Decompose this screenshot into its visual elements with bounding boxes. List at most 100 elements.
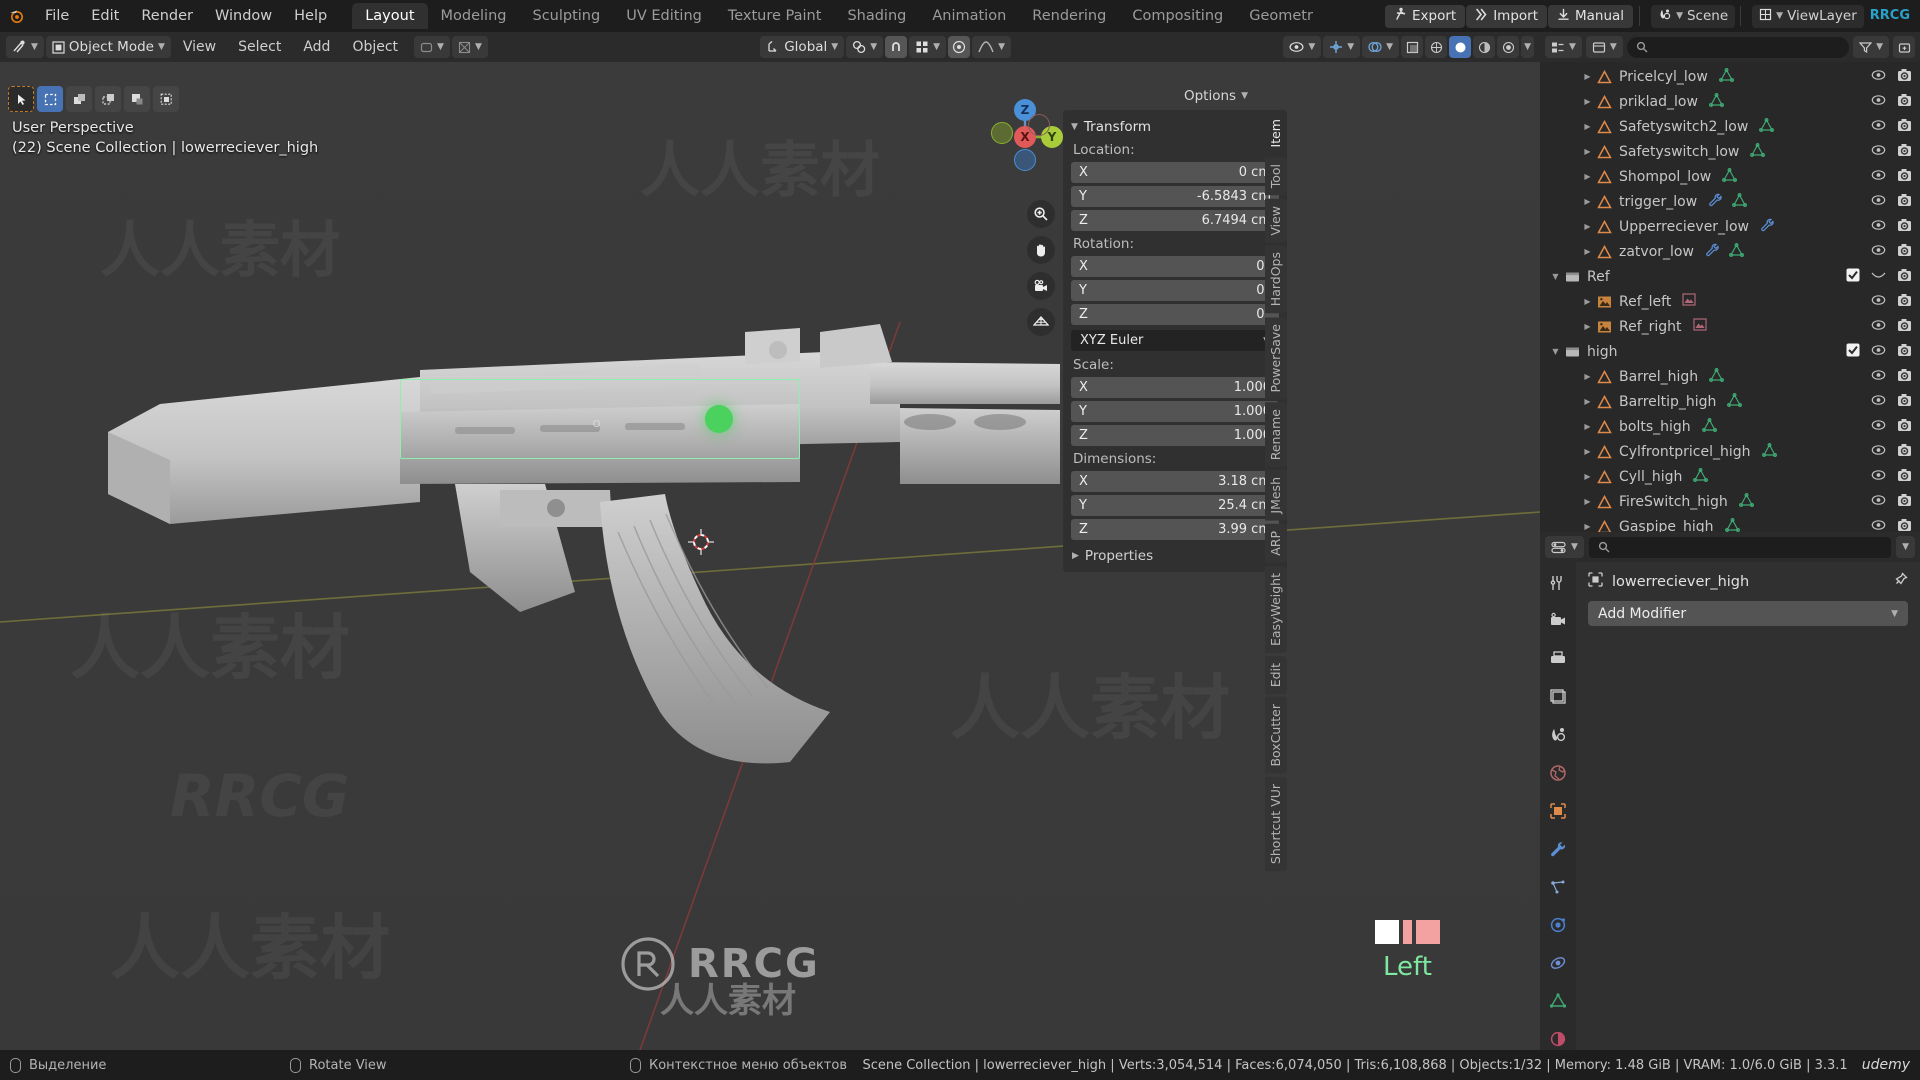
outliner-new-collection-icon[interactable] <box>1893 36 1915 58</box>
eye-visibility-icon[interactable] <box>1871 469 1886 485</box>
tool-select-extend[interactable] <box>66 86 92 112</box>
mesh-data-icon[interactable] <box>1724 517 1740 533</box>
eye-visibility-icon[interactable] <box>1871 519 1886 533</box>
eye-visibility-icon[interactable] <box>1871 69 1886 85</box>
viewport-options-button[interactable]: Options ▼ <box>1184 88 1248 104</box>
tool-tweak[interactable] <box>8 86 34 112</box>
outliner-row-bolts_high[interactable]: ▶ bolts_high <box>1540 414 1920 439</box>
shading-material-icon[interactable] <box>1473 36 1496 58</box>
location-y-field[interactable]: Y -6.5843 cm <box>1071 186 1279 207</box>
shading-solid-icon[interactable] <box>1449 36 1472 58</box>
render-visibility-icon[interactable] <box>1897 93 1912 111</box>
eye-visibility-icon[interactable] <box>1871 369 1886 385</box>
menu-window[interactable]: Window <box>204 4 283 28</box>
eye-visibility-icon[interactable] <box>1871 294 1886 310</box>
manual-button[interactable]: Manual <box>1548 4 1634 28</box>
pivot-point-selector[interactable]: ▼ <box>846 36 884 58</box>
mesh-data-icon[interactable] <box>1738 492 1754 511</box>
disclosure-triangle-icon[interactable]: ▶ <box>1580 522 1595 531</box>
viewport-menu-object[interactable]: Object <box>342 39 408 55</box>
outliner-row-safetyswitch2_low[interactable]: ▶ Safetyswitch2_low <box>1540 114 1920 139</box>
modifier-icon[interactable] <box>1708 193 1723 211</box>
render-visibility-icon[interactable] <box>1897 318 1912 336</box>
viewlayer-selector[interactable]: ▼ ViewLayer <box>1752 4 1864 28</box>
mesh-data-icon[interactable] <box>1709 367 1725 386</box>
outliner-row-upperreciever_low[interactable]: ▶ Upperreciever_low <box>1540 214 1920 239</box>
shading-rendered-icon[interactable] <box>1497 36 1520 58</box>
disclosure-triangle-icon[interactable]: ▶ <box>1580 322 1595 331</box>
add-modifier-button[interactable]: Add Modifier ▼ <box>1588 601 1908 626</box>
render-visibility-icon[interactable] <box>1897 368 1912 386</box>
visibility-selector[interactable]: ▼ <box>1283 36 1322 58</box>
location-x-field[interactable]: X 0 cm <box>1071 162 1279 183</box>
mesh-data-icon[interactable] <box>1708 92 1724 111</box>
particle-properties-icon[interactable] <box>1547 876 1569 898</box>
boxcutter-menu-button[interactable]: ▼ <box>451 36 488 58</box>
mesh-data-icon[interactable] <box>1750 142 1766 161</box>
falloff-selector[interactable]: ▼ <box>972 36 1011 58</box>
render-visibility-icon[interactable] <box>1897 193 1912 211</box>
move-gizmo-handle[interactable] <box>705 405 733 433</box>
n-tab-hardops[interactable]: HardOps <box>1265 245 1287 314</box>
snap-magnet-icon[interactable] <box>885 36 908 58</box>
render-visibility-icon[interactable] <box>1897 493 1912 511</box>
eye-visibility-icon[interactable] <box>1871 144 1886 160</box>
eye-visibility-icon[interactable] <box>1871 494 1886 510</box>
render-visibility-icon[interactable] <box>1897 343 1912 361</box>
n-tab-item[interactable]: Item <box>1265 112 1287 155</box>
outliner-row-trigger_low[interactable]: ▶ trigger_low <box>1540 189 1920 214</box>
n-tab-boxcutter[interactable]: BoxCutter <box>1265 697 1287 774</box>
gizmo-toggle[interactable]: ▼ <box>1323 36 1361 58</box>
rotation-x-field[interactable]: X 0° <box>1071 256 1279 277</box>
render-visibility-icon[interactable] <box>1897 243 1912 261</box>
workspace-tab-shading[interactable]: Shading <box>834 3 919 29</box>
disclosure-triangle-icon[interactable]: ▶ <box>1580 497 1595 506</box>
output-properties-icon[interactable] <box>1547 648 1569 670</box>
gizmo-axis-neg-z[interactable] <box>1014 149 1036 171</box>
dimensions-z-field[interactable]: Z 3.99 cm <box>1071 519 1279 540</box>
render-visibility-icon[interactable] <box>1897 268 1912 286</box>
properties-options-dropdown[interactable]: ▼ <box>1896 536 1915 558</box>
disclosure-triangle-icon[interactable]: ▶ <box>1580 397 1595 406</box>
mesh-data-icon[interactable] <box>1693 467 1709 486</box>
workspace-tab-compositing[interactable]: Compositing <box>1119 3 1236 29</box>
render-properties-icon[interactable] <box>1547 610 1569 632</box>
disclosure-triangle-icon[interactable]: ▶ <box>1580 147 1595 156</box>
disclosure-triangle-icon[interactable]: ▶ <box>1580 297 1595 306</box>
modifier-properties-icon[interactable] <box>1547 838 1569 860</box>
menu-file[interactable]: File <box>34 4 80 28</box>
outliner-row-gaspipe_high[interactable]: ▶ Gaspipe_high <box>1540 514 1920 532</box>
outliner-row-barreltip_high[interactable]: ▶ Barreltip_high <box>1540 389 1920 414</box>
mesh-data-icon[interactable] <box>1722 167 1738 186</box>
xray-toggle-icon[interactable] <box>1401 36 1424 58</box>
eye-visibility-icon[interactable] <box>1871 319 1886 335</box>
scene-selector[interactable]: ▼ Scene <box>1651 4 1736 28</box>
eye-visibility-icon[interactable] <box>1871 394 1886 410</box>
menu-edit[interactable]: Edit <box>80 4 130 28</box>
outliner-row-ref_left[interactable]: ▶ Ref_left <box>1540 289 1920 314</box>
transform-panel-header[interactable]: ▼ Transform <box>1063 116 1287 138</box>
render-visibility-icon[interactable] <box>1897 118 1912 136</box>
object-properties-icon[interactable] <box>1547 800 1569 822</box>
shading-wireframe-icon[interactable] <box>1425 36 1448 58</box>
physics-properties-icon[interactable] <box>1547 914 1569 936</box>
outliner-row-barrel_high[interactable]: ▶ Barrel_high <box>1540 364 1920 389</box>
outliner-filter-button[interactable]: ▼ <box>1853 36 1889 58</box>
curve-visibility-icon[interactable] <box>1871 269 1886 285</box>
viewport-menu-view[interactable]: View <box>173 39 226 55</box>
transform-orientation-selector[interactable]: Global ▼ <box>760 36 845 58</box>
workspace-tab-animation[interactable]: Animation <box>919 3 1019 29</box>
proportional-editing-icon[interactable] <box>948 36 971 58</box>
n-tab-arp[interactable]: ARP <box>1265 523 1287 563</box>
mesh-data-icon[interactable] <box>1701 417 1717 436</box>
render-visibility-icon[interactable] <box>1897 68 1912 86</box>
workspace-tab-modeling[interactable]: Modeling <box>428 3 520 29</box>
disclosure-triangle-icon[interactable]: ▶ <box>1580 472 1595 481</box>
outliner-row-shompol_low[interactable]: ▶ Shompol_low <box>1540 164 1920 189</box>
image-data-icon[interactable] <box>1682 293 1696 310</box>
scale-z-field[interactable]: Z 1.000 <box>1071 425 1279 446</box>
outliner-editor[interactable]: ▼ ▼ ▼ ▶ Pricelcyl_low ▶ priklad_low ▶ Safetys… <box>1540 32 1920 532</box>
editor-type-selector[interactable]: ▼ <box>6 36 44 58</box>
mesh-data-icon[interactable] <box>1761 442 1777 461</box>
mesh-data-icon[interactable] <box>1727 392 1743 411</box>
